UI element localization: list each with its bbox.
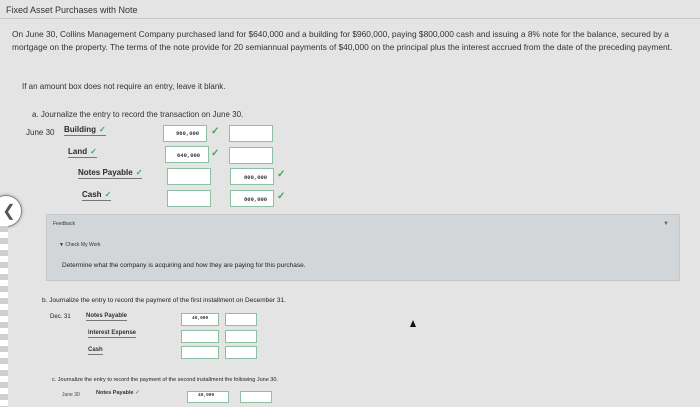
account-cash[interactable]: Cash ✓ — [82, 190, 112, 201]
account-label: Cash — [82, 190, 102, 199]
debit-value-notes-payable-b: 40,000 — [192, 316, 209, 321]
debit-input-interest-expense[interactable] — [181, 330, 219, 343]
collapse-icon[interactable]: ▼ — [663, 221, 669, 227]
mouse-cursor-icon — [410, 320, 416, 327]
checkmark-icon: ✓ — [90, 147, 97, 156]
credit-input-interest-expense[interactable] — [225, 330, 257, 343]
part-a-label: a. Journalize the entry to record the tr… — [32, 110, 244, 119]
instruction-text: If an amount box does not require an ent… — [22, 82, 226, 91]
debit-input-cash[interactable] — [167, 190, 211, 207]
page-title: Fixed Asset Purchases with Note — [6, 5, 138, 15]
part-c-date: June 30 — [62, 392, 80, 398]
part-c-label: c. Journalize the entry to record the pa… — [52, 377, 278, 383]
feedback-hint: Determine what the company is acquiring … — [62, 262, 306, 269]
account-building[interactable]: Building ✓ — [64, 125, 106, 136]
feedback-panel: Feedback ▼ ▼ Check My Work — [46, 214, 680, 256]
account-land[interactable]: Land ✓ — [68, 147, 97, 158]
checkmark-icon: ✓ — [104, 190, 112, 199]
debit-value-notes-payable-c: 40,000 — [198, 393, 215, 398]
account-label: Building — [64, 125, 96, 134]
account-cash-b[interactable]: Cash — [88, 347, 103, 355]
check-my-work-label[interactable]: ▼ Check My Work — [59, 242, 101, 248]
debit-value-land: 640,000 — [177, 152, 201, 159]
credit-input-building[interactable] — [229, 125, 273, 142]
credit-value-cash: 800,000 — [244, 196, 268, 203]
debit-input-notes-payable[interactable] — [167, 168, 211, 185]
account-interest-expense[interactable]: Interest Expense — [88, 330, 137, 338]
checkmark-icon: ✓ — [99, 125, 106, 134]
part-b-label: b. Journalize the entry to record the pa… — [42, 297, 286, 304]
credit-value-notes-payable: 800,000 — [244, 174, 268, 181]
debit-value-building: 960,000 — [176, 130, 200, 137]
account-label: Notes Payable — [96, 390, 134, 396]
credit-input-notes-payable-b[interactable] — [225, 313, 257, 326]
checkmark-icon: ✓ — [277, 169, 286, 180]
feedback-label: Feedback — [53, 221, 75, 227]
divider — [0, 18, 700, 19]
left-edge-strip — [0, 220, 8, 407]
chevron-left-icon: ❮ — [2, 203, 16, 220]
account-notes-payable-c[interactable]: Notes Payable ✓ — [96, 390, 140, 396]
account-notes-payable[interactable]: Notes Payable ✓ — [78, 168, 143, 179]
debit-input-cash-b[interactable] — [181, 346, 219, 359]
part-b-date: Dec. 31 — [50, 314, 71, 320]
account-notes-payable-b[interactable]: Notes Payable — [86, 313, 128, 321]
credit-input-land[interactable] — [229, 147, 273, 164]
account-label: Land — [68, 147, 88, 156]
checkmark-icon: ✓ — [211, 126, 220, 137]
checkmark-icon: ✓ — [277, 191, 286, 202]
checkmark-icon: ✓ — [135, 390, 140, 396]
problem-text: On June 30, Collins Management Company p… — [12, 29, 673, 52]
checkmark-icon: ✓ — [135, 168, 143, 177]
part-a-date: June 30 — [26, 128, 55, 137]
credit-input-cash-b[interactable] — [225, 346, 257, 359]
account-label: Notes Payable — [78, 168, 133, 177]
checkmark-icon: ✓ — [211, 148, 220, 159]
credit-input-notes-payable-c[interactable] — [240, 391, 272, 403]
